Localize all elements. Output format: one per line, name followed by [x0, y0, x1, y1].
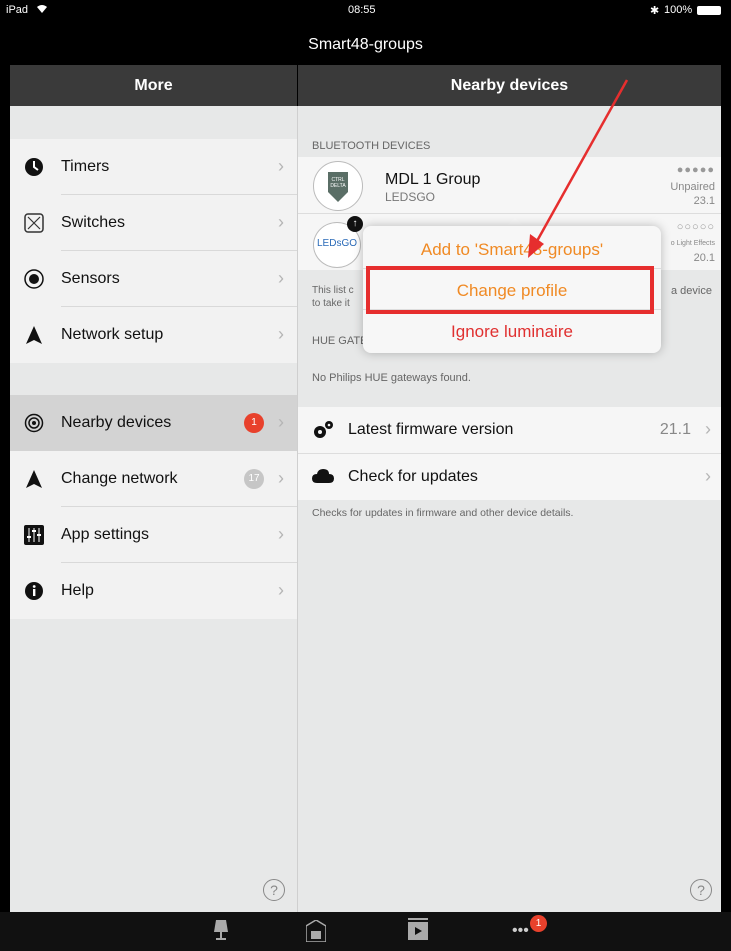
- menu-item-network-setup[interactable]: Network setup ›: [10, 307, 297, 363]
- menu-item-app-settings[interactable]: App settings ›: [10, 507, 297, 563]
- chevron-right-icon: ›: [278, 412, 284, 432]
- more-menu-panel: Timers › Switches › Sensors › Network se…: [10, 106, 298, 912]
- clock-icon: [24, 157, 44, 177]
- lamp-icon[interactable]: [213, 920, 229, 947]
- chevron-right-icon: ›: [278, 468, 284, 488]
- clock-time: 08:55: [348, 4, 376, 16]
- hue-section-heading: HUE GATE: [312, 335, 368, 347]
- gear-icon: [312, 420, 334, 445]
- signal-strength: ○○○○○: [676, 221, 715, 233]
- tab-bar: ••• 1: [0, 912, 731, 951]
- help-icon[interactable]: ?: [690, 879, 712, 901]
- highlight-box: [366, 266, 654, 314]
- scenes-icon[interactable]: [407, 918, 429, 947]
- network-icon: [24, 469, 44, 489]
- menu-item-switches[interactable]: Switches ›: [10, 195, 297, 251]
- device-vendor: LEDSGO: [385, 190, 436, 204]
- info-icon: [24, 581, 44, 601]
- chevron-right-icon: ›: [278, 212, 284, 232]
- device-name: MDL 1 Group: [385, 171, 481, 188]
- updates-note: Checks for updates in firmware and other…: [312, 507, 574, 519]
- menu-label: Sensors: [61, 270, 120, 287]
- groups-icon[interactable]: [305, 919, 327, 947]
- menu-label: Nearby devices: [61, 414, 172, 431]
- device-version: 23.1: [693, 195, 715, 207]
- nearby-icon: [24, 413, 44, 433]
- notification-badge: 1: [530, 915, 547, 932]
- sensor-icon: [24, 269, 44, 289]
- signal-strength: ●●●●●: [676, 164, 715, 176]
- menu-item-nearby-devices[interactable]: Nearby devices 1 ›: [10, 395, 297, 451]
- check-updates-row[interactable]: Check for updates ›: [298, 453, 721, 500]
- firmware-label: Latest firmware version: [348, 421, 514, 438]
- chevron-right-icon: ›: [278, 580, 284, 600]
- menu-item-timers[interactable]: Timers ›: [10, 139, 297, 195]
- menu-label: Switches: [61, 214, 126, 231]
- more-icon[interactable]: •••: [512, 922, 529, 940]
- switch-icon: [24, 213, 44, 233]
- firmware-version: 21.1: [659, 421, 691, 438]
- device-profile: o Light Effects: [670, 240, 715, 247]
- menu-item-change-network[interactable]: Change network 17 ›: [10, 451, 297, 507]
- list-note-2: to take it: [312, 298, 350, 309]
- chevron-right-icon: ›: [278, 524, 284, 544]
- network-icon: [24, 325, 44, 345]
- menu-item-sensors[interactable]: Sensors ›: [10, 251, 297, 307]
- list-note-right: a device: [671, 285, 712, 297]
- battery-icon: [697, 6, 721, 15]
- annotation-arrow-icon: [528, 79, 629, 258]
- help-icon[interactable]: ?: [263, 879, 285, 901]
- left-header: More: [10, 65, 297, 106]
- check-updates-label: Check for updates: [348, 468, 478, 485]
- bluetooth-icon: ✱: [650, 5, 660, 17]
- menu-label: Change network: [61, 470, 178, 487]
- ignore-luminaire-option[interactable]: Ignore luminaire: [363, 322, 661, 342]
- wifi-icon: [36, 4, 48, 17]
- menu-label: App settings: [61, 526, 150, 543]
- device-logo-text: LEDsGO: [317, 238, 358, 249]
- device-label: iPad: [6, 4, 29, 16]
- sliders-icon: [24, 525, 44, 545]
- cloud-icon: [312, 469, 334, 488]
- device-logo: CTRL DELTA: [313, 161, 363, 211]
- chevron-right-icon: ›: [278, 156, 284, 176]
- hue-empty-message: No Philips HUE gateways found.: [312, 372, 471, 384]
- pair-status: Unpaired: [670, 181, 715, 193]
- list-note: This list c: [312, 285, 354, 296]
- status-bar: iPad 08:55 ✱ 100%: [0, 0, 731, 20]
- menu-label: Network setup: [61, 326, 164, 343]
- device-version: 20.1: [693, 252, 715, 264]
- notification-badge: 1: [244, 413, 264, 433]
- chevron-right-icon: ›: [278, 324, 284, 344]
- menu-item-help[interactable]: Help ›: [10, 563, 297, 619]
- firmware-row[interactable]: Latest firmware version 21.1 ›: [298, 407, 721, 453]
- app-title: Smart48-groups: [0, 20, 731, 65]
- chevron-right-icon: ›: [705, 419, 711, 439]
- count-badge: 17: [244, 469, 264, 489]
- device-logo-text: CTRL DELTA: [330, 177, 346, 189]
- menu-label: Help: [61, 582, 94, 599]
- battery-percent: 100%: [664, 4, 693, 16]
- menu-label: Timers: [61, 158, 110, 175]
- bluetooth-section-heading: BLUETOOTH DEVICES: [312, 140, 431, 152]
- chevron-right-icon: ›: [278, 268, 284, 288]
- update-arrow-icon: ↑: [347, 216, 363, 232]
- chevron-right-icon: ›: [705, 466, 711, 486]
